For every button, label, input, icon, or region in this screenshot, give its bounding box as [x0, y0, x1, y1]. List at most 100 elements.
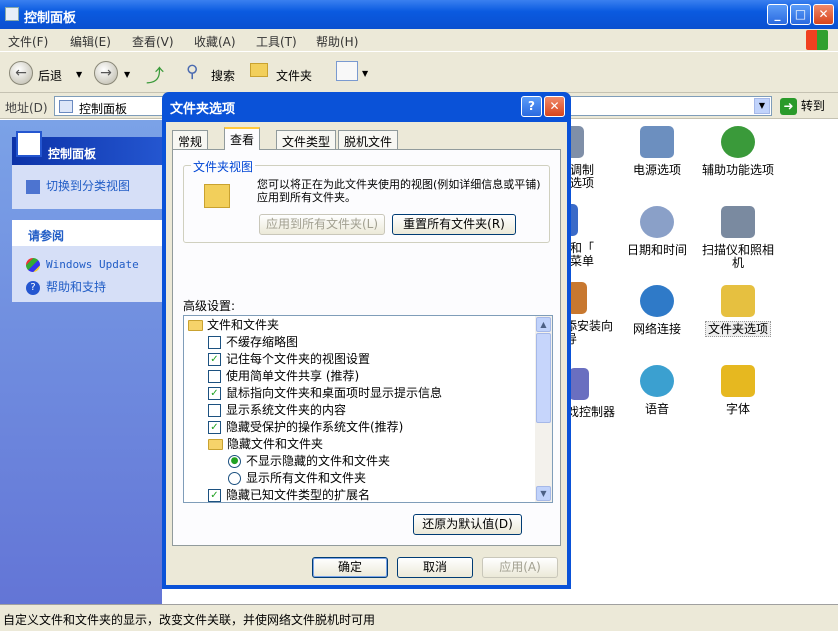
option-show-all-hidden[interactable]: 显示所有文件和文件夹	[228, 471, 366, 488]
toolbar: ← 后退 ▼ → ▼ ⤴ ⚲ 搜索 文件夹 ▼	[0, 51, 838, 93]
scanner-camera-icon	[721, 206, 755, 238]
icon-accessibility[interactable]: 辅助功能选项	[698, 126, 778, 177]
network-globe-icon	[640, 285, 674, 317]
checkbox-checked[interactable]: ✓	[208, 421, 221, 434]
cancel-button[interactable]: 取消	[397, 557, 473, 578]
folder-views-title: 文件夹视图	[191, 158, 256, 175]
tree-folder-hidden-files: 隐藏文件和文件夹	[208, 437, 323, 454]
option-label: 隐藏已知文件类型的扩展名	[226, 488, 371, 502]
switch-view-icon	[26, 179, 40, 194]
option-remember-view[interactable]: ✓ 记住每个文件夹的视图设置	[208, 352, 370, 369]
ok-button[interactable]: 确定	[312, 557, 388, 578]
back-label[interactable]: 后退	[38, 67, 62, 84]
folders-button[interactable]: 文件夹	[276, 67, 312, 84]
windows-logo-icon	[806, 30, 828, 50]
checkbox-checked[interactable]: ✓	[208, 353, 221, 366]
search-icon[interactable]: ⚲	[186, 62, 198, 82]
help-support-link[interactable]: ? 帮助和支持	[26, 278, 106, 295]
forward-arrow-icon[interactable]: →	[94, 61, 118, 85]
scroll-thumb[interactable]	[536, 333, 551, 423]
checkbox-unchecked[interactable]	[208, 370, 221, 383]
views-dropdown-icon[interactable]: ▼	[362, 69, 368, 78]
menu-tools[interactable]: 工具(T)	[256, 33, 297, 50]
windows-update-label: Windows Update	[46, 258, 139, 271]
checkbox-unchecked[interactable]	[208, 404, 221, 417]
icon-scanners-cameras[interactable]: 扫描仪和照相机	[698, 206, 778, 270]
radio-unselected[interactable]	[228, 472, 241, 485]
minimize-button[interactable]: _	[767, 4, 788, 25]
option-label: 使用简单文件共享 (推荐)	[226, 369, 360, 383]
scroll-down-icon[interactable]: ▼	[536, 486, 551, 501]
views-icon[interactable]	[336, 61, 358, 81]
status-bar: 自定义文件和文件夹的显示，改变文件关联，并使网络文件脱机时可用	[0, 604, 838, 631]
icon-date-time[interactable]: 日期和时间	[617, 206, 697, 257]
icon-network-connections[interactable]: 网络连接	[617, 285, 697, 336]
option-dont-show-hidden[interactable]: ● 不显示隐藏的文件和文件夹	[228, 454, 390, 471]
menu-view[interactable]: 查看(V)	[132, 33, 174, 50]
tab-view[interactable]: 查看	[224, 127, 261, 150]
power-options-icon	[640, 126, 674, 158]
tab-file-types[interactable]: 文件类型	[276, 130, 337, 149]
tab-general[interactable]: 常规	[172, 130, 209, 149]
advanced-settings-label: 高级设置:	[183, 299, 236, 313]
icon-power-options[interactable]: 电源选项	[617, 126, 697, 177]
option-show-tooltips[interactable]: ✓ 鼠标指向文件夹和桌面项时显示提示信息	[208, 386, 442, 403]
accessibility-icon	[721, 126, 755, 158]
dialog-title: 文件夹选项	[170, 102, 236, 117]
dialog-close-button[interactable]: ✕	[544, 96, 565, 117]
go-button[interactable]: ➜ 转到	[780, 97, 825, 115]
help-support-label: 帮助和支持	[46, 280, 107, 294]
menu-file[interactable]: 文件(F)	[8, 33, 48, 50]
icon-add-remove[interactable]: 添安装向导	[565, 282, 617, 346]
icon-folder-options[interactable]: 文件夹选项	[698, 285, 778, 337]
switch-category-view-link[interactable]: 切换到分类视图	[26, 177, 130, 194]
checkbox-checked[interactable]: ✓	[208, 387, 221, 400]
checkbox-checked[interactable]: ✓	[208, 489, 221, 502]
option-label: 不缓存缩略图	[226, 335, 299, 349]
up-folder-icon[interactable]: ⤴	[146, 62, 164, 88]
address-dropdown-icon[interactable]: ▼	[754, 98, 770, 114]
folders-icon[interactable]	[250, 63, 268, 77]
option-show-system-folder[interactable]: 显示系统文件夹的内容	[208, 403, 346, 420]
menu-help[interactable]: 帮助(H)	[316, 33, 358, 50]
radio-selected[interactable]: ●	[228, 455, 241, 468]
add-remove-label-1: 添安装向	[565, 319, 614, 333]
apply-to-all-folders-button[interactable]: 应用到所有文件夹(L)	[259, 214, 385, 235]
option-hide-extensions[interactable]: ✓ 隐藏已知文件类型的扩展名	[208, 488, 371, 502]
network-label: 网络连接	[632, 322, 681, 336]
apply-button[interactable]: 应用(A)	[482, 557, 558, 578]
forward-dropdown-icon[interactable]: ▼	[124, 70, 130, 79]
scanners-label: 扫描仪和照相机	[701, 243, 774, 270]
close-button[interactable]: ✕	[813, 4, 834, 25]
checkbox-unchecked[interactable]	[208, 336, 221, 349]
fonts-folder-icon	[721, 365, 755, 397]
option-label: 记住每个文件夹的视图设置	[226, 352, 371, 366]
tab-offline-files[interactable]: 脱机文件	[338, 130, 399, 149]
control-panel-icon	[5, 7, 19, 21]
list-scrollbar[interactable]: ▲ ▼	[535, 316, 552, 502]
option-no-thumbnail-cache[interactable]: 不缓存缩略图	[208, 335, 298, 352]
search-button[interactable]: 搜索	[211, 67, 235, 84]
status-text: 自定义文件和文件夹的显示，改变文件关联，并使网络文件脱机时可用	[3, 613, 376, 627]
help-button[interactable]: ?	[521, 96, 542, 117]
option-simple-sharing[interactable]: 使用简单文件共享 (推荐)	[208, 369, 359, 386]
date-time-label: 日期和时间	[626, 243, 687, 257]
scroll-up-icon[interactable]: ▲	[536, 317, 551, 332]
menu-bar: 文件(F) 编辑(E) 查看(V) 收藏(A) 工具(T) 帮助(H)	[0, 29, 838, 51]
restore-defaults-button[interactable]: 还原为默认值(D)	[413, 514, 522, 535]
option-hide-protected-files[interactable]: ✓ 隐藏受保护的操作系统文件(推荐)	[208, 420, 403, 437]
option-label: 鼠标指向文件夹和桌面项时显示提示信息	[226, 386, 443, 400]
folder-options-label: 文件夹选项	[704, 321, 771, 337]
icon-speech[interactable]: 语音	[617, 365, 697, 416]
back-dropdown-icon[interactable]: ▼	[76, 70, 82, 79]
back-arrow-icon[interactable]: ←	[9, 61, 33, 85]
icon-fonts[interactable]: 字体	[698, 365, 778, 416]
windows-update-link[interactable]: Windows Update	[26, 258, 139, 272]
folder-icon	[188, 320, 203, 331]
maximize-button[interactable]: □	[790, 4, 811, 25]
help-icon: ?	[26, 280, 40, 295]
menu-edit[interactable]: 编辑(E)	[70, 33, 111, 50]
folder-options-dialog: 文件夹选项 ? ✕ 常规 查看 文件类型 脱机文件 文件夹视图 您可以将正在为此…	[162, 92, 571, 589]
menu-favorites[interactable]: 收藏(A)	[194, 33, 236, 50]
reset-all-folders-button[interactable]: 重置所有文件夹(R)	[392, 214, 516, 235]
